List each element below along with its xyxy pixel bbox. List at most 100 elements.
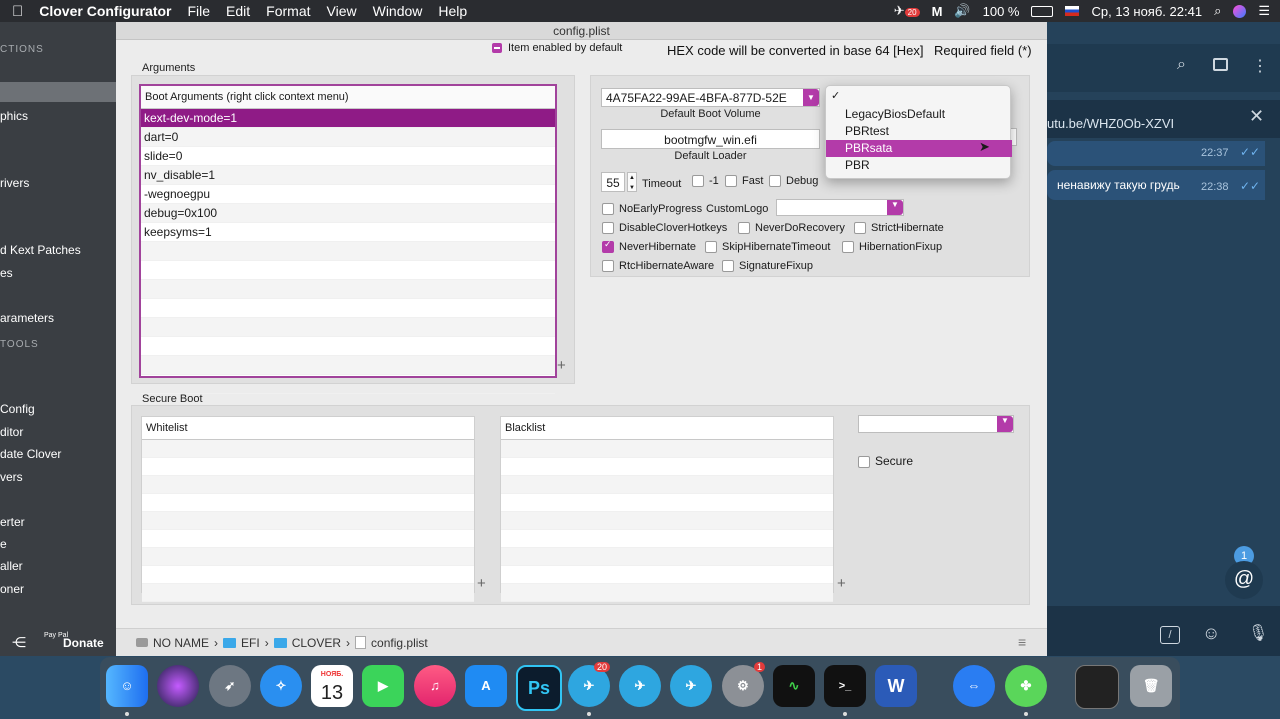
add-argument-button[interactable]: +: [557, 357, 566, 374]
checkbox-icon[interactable]: [725, 175, 737, 188]
photoshop-icon[interactable]: Ps: [516, 665, 562, 711]
path-file[interactable]: config.plist: [371, 636, 428, 650]
table-row[interactable]: [141, 280, 555, 299]
menu-format[interactable]: Format: [266, 3, 310, 19]
default-boot-volume-select[interactable]: 4A75FA22-99AE-4BFA-877D-52E ▼: [601, 88, 820, 107]
checkbox-icon[interactable]: [602, 222, 614, 235]
emoji-icon[interactable]: ☺: [1202, 623, 1220, 644]
checkbox-icon[interactable]: [602, 203, 614, 216]
sidebar-item-cloner[interactable]: oner: [0, 582, 24, 596]
sidebar-toggle-icon[interactable]: [1213, 58, 1228, 71]
option-fast[interactable]: Fast: [725, 175, 763, 188]
menu-item-pbrtest[interactable]: PBRtest: [826, 123, 1012, 140]
option-never-do-recovery[interactable]: NeverDoRecovery: [738, 222, 845, 235]
table-row[interactable]: [141, 261, 555, 280]
blacklist-header[interactable]: Blacklist: [501, 417, 833, 440]
facetime-icon[interactable]: ▶: [362, 665, 404, 707]
sidebar-item-converter[interactable]: erter: [0, 515, 25, 529]
table-row[interactable]: -wegnoegpu: [141, 185, 555, 204]
finder-icon[interactable]: ☺: [106, 665, 148, 707]
word-icon[interactable]: W: [875, 665, 917, 707]
option-disable-clover-hotkeys[interactable]: DisableCloverHotkeys: [602, 222, 727, 235]
checkbox-icon[interactable]: [854, 222, 866, 235]
sidebar-item-update-clover[interactable]: date Clover: [0, 447, 61, 461]
sidebar-item-kext-patches[interactable]: d Kext Patches: [0, 243, 81, 257]
sidebar-item-es[interactable]: es: [0, 266, 13, 280]
table-row[interactable]: [501, 476, 833, 494]
default-loader-field[interactable]: bootmgfw_win.efi: [601, 129, 820, 149]
m-status-icon[interactable]: M: [932, 4, 943, 19]
sidebar-item-config[interactable]: Config: [0, 402, 35, 416]
table-row[interactable]: [141, 337, 555, 356]
path-efi[interactable]: EFI: [241, 636, 260, 650]
flag-icon[interactable]: [1065, 6, 1080, 16]
activity-monitor-icon[interactable]: ∿: [773, 665, 815, 707]
menu-item-pbr[interactable]: PBR: [826, 157, 1012, 174]
terminal-icon[interactable]: >_: [824, 665, 866, 707]
option-strict-hibernate[interactable]: StrictHibernate: [854, 222, 944, 235]
option-minus1[interactable]: -1: [692, 175, 719, 188]
table-row[interactable]: [142, 440, 474, 458]
table-row[interactable]: [501, 440, 833, 458]
secure-boot-select[interactable]: ▼: [858, 415, 1014, 433]
battery-icon[interactable]: [1031, 5, 1054, 17]
teamviewer-icon[interactable]: ⇔: [953, 665, 995, 707]
volume-icon[interactable]: 🔊: [954, 3, 970, 19]
menu-view[interactable]: View: [327, 3, 357, 19]
boot-args-header[interactable]: Boot Arguments (right click context menu…: [141, 86, 555, 109]
table-row[interactable]: [142, 530, 474, 548]
music-icon[interactable]: ♫: [414, 665, 456, 707]
table-row[interactable]: [142, 494, 474, 512]
table-row[interactable]: [141, 318, 555, 337]
menu-edit[interactable]: Edit: [226, 3, 250, 19]
close-icon[interactable]: ✕: [1249, 106, 1264, 127]
commands-icon[interactable]: /: [1160, 626, 1180, 644]
list-menu-icon[interactable]: ≡: [1018, 634, 1026, 650]
custom-logo-select[interactable]: ▼: [776, 199, 904, 216]
table-row[interactable]: [142, 566, 474, 584]
clock[interactable]: Ср, 13 нояб. 22:41: [1091, 4, 1202, 19]
table-row[interactable]: [501, 530, 833, 548]
table-row[interactable]: [142, 476, 474, 494]
siri-icon[interactable]: [1233, 4, 1247, 18]
whitelist-header[interactable]: Whitelist: [142, 417, 474, 440]
share-icon[interactable]: ⋲: [12, 634, 26, 651]
siri-icon[interactable]: [157, 665, 199, 707]
table-row[interactable]: nv_disable=1: [141, 166, 555, 185]
legacy-popup-menu[interactable]: ✓ LegacyBiosDefault PBRtest PBRsata PBR …: [825, 85, 1012, 179]
table-row[interactable]: [141, 299, 555, 318]
option-debug[interactable]: Debug: [769, 175, 818, 188]
table-row[interactable]: keepsyms=1: [141, 223, 555, 242]
table-row[interactable]: [141, 242, 555, 261]
donate-button[interactable]: Donate: [63, 636, 104, 650]
link-text[interactable]: utu.be/WHZ0Ob-XZVI: [1047, 116, 1174, 131]
minimized-window-icon[interactable]: [1075, 665, 1119, 709]
sidebar-item-editor[interactable]: ditor: [0, 425, 23, 439]
spotlight-icon[interactable]: ⌕: [1214, 3, 1221, 19]
apple-menu-icon[interactable]: : [12, 3, 23, 20]
option-signature-fixup[interactable]: SignatureFixup: [722, 260, 813, 273]
checkbox-icon[interactable]: [769, 175, 781, 188]
table-row[interactable]: [142, 548, 474, 566]
option-skip-hibernate-timeout[interactable]: SkipHibernateTimeout: [705, 241, 830, 254]
sidebar-item-drivers[interactable]: rivers: [0, 176, 29, 190]
checkbox-icon[interactable]: [842, 241, 854, 254]
path-clover[interactable]: CLOVER: [292, 636, 341, 650]
notification-center-icon[interactable]: ☰: [1258, 3, 1270, 19]
checkbox-checked-icon[interactable]: [602, 239, 614, 254]
boot-args-table[interactable]: Boot Arguments (right click context menu…: [139, 84, 557, 394]
table-row[interactable]: [142, 512, 474, 530]
battery-percent[interactable]: 100 %: [983, 4, 1020, 19]
option-never-hibernate[interactable]: NeverHibernate: [602, 239, 696, 254]
add-whitelist-button[interactable]: +: [477, 575, 486, 592]
sidebar-item-installer[interactable]: aller: [0, 559, 23, 573]
table-row[interactable]: dart=0: [141, 128, 555, 147]
table-row[interactable]: kext-dev-mode=1: [141, 109, 555, 128]
menu-window[interactable]: Window: [373, 3, 423, 19]
checkbox-icon[interactable]: [602, 260, 614, 273]
checkbox-icon[interactable]: [738, 222, 750, 235]
table-row[interactable]: [501, 566, 833, 584]
table-row[interactable]: [501, 584, 833, 602]
whitelist-table[interactable]: Whitelist: [141, 416, 475, 602]
table-row[interactable]: [141, 356, 555, 375]
